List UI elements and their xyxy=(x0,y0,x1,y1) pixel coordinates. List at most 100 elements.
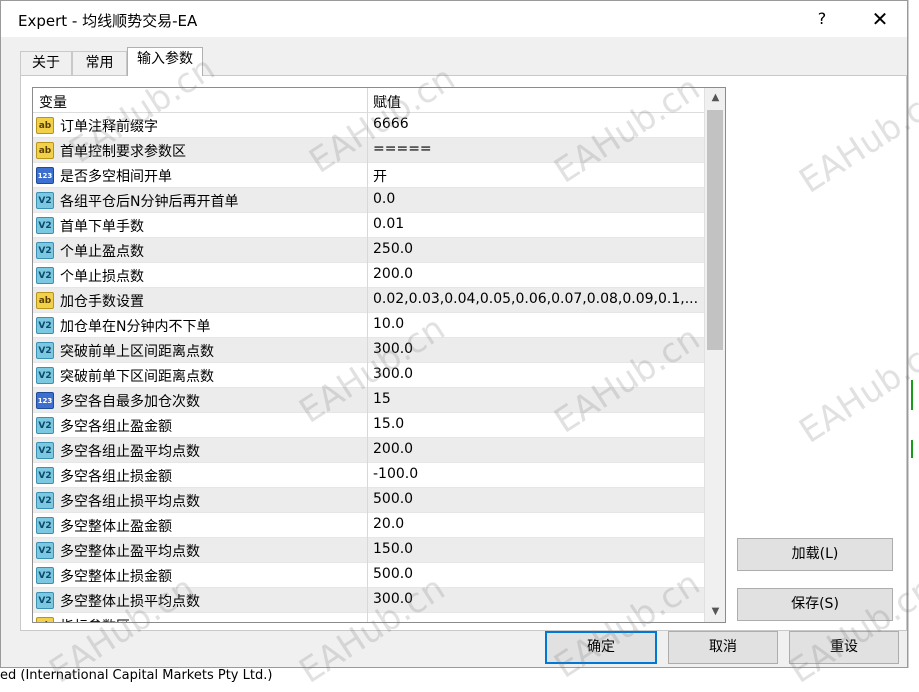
parameter-value[interactable]: 300.0 xyxy=(373,366,701,382)
parameter-name: 个单止损点数 xyxy=(60,269,144,285)
column-header-value[interactable]: 赋值 xyxy=(373,92,401,112)
parameter-name: 各组平仓后N分钟后再开首单 xyxy=(60,194,239,210)
double-type-icon: V2 xyxy=(36,467,54,484)
double-type-icon: V2 xyxy=(36,542,54,559)
parameter-name: 是否多空相间开单 xyxy=(60,169,172,185)
parameter-name: 突破前单下区间距离点数 xyxy=(60,369,214,385)
parameter-name: 多空各组止盈平均点数 xyxy=(60,444,200,460)
parameter-row[interactable]: V2 突破前单上区间距离点数 300.0 xyxy=(33,338,704,363)
parameter-row[interactable]: V2 突破前单下区间距离点数 300.0 xyxy=(33,363,704,388)
double-type-icon: V2 xyxy=(36,592,54,609)
parameter-value[interactable]: 6666 xyxy=(373,116,701,132)
parameter-row[interactable]: V2 多空各组止损金额 -100.0 xyxy=(33,463,704,488)
cancel-button[interactable]: 取消 xyxy=(668,631,778,664)
background-broker-text: ed (International Capital Markets Pty Lt… xyxy=(0,668,273,683)
close-icon: ✕ xyxy=(871,7,889,31)
input-parameters-grid[interactable]: 变量 赋值 ab 订单注释前缀字 6666 ab 首单控制要求参数区 ===== 123 是否… xyxy=(32,87,726,623)
parameter-value[interactable]: 200.0 xyxy=(373,266,701,282)
parameter-name: 指标参数区 xyxy=(60,616,130,622)
double-type-icon: V2 xyxy=(36,517,54,534)
parameter-row[interactable]: V2 各组平仓后N分钟后再开首单 0.0 xyxy=(33,188,704,213)
parameter-name: 首单控制要求参数区 xyxy=(60,144,186,160)
parameter-value[interactable]: 10.0 xyxy=(373,316,701,332)
parameter-value[interactable]: ===== xyxy=(373,141,701,157)
title-bar[interactable]: Expert - 均线顺势交易-EA ? ✕ xyxy=(1,1,907,37)
parameter-value[interactable]: 200.0 xyxy=(373,441,701,457)
parameter-row[interactable]: V2 多空整体止损金额 500.0 xyxy=(33,563,704,588)
double-type-icon: V2 xyxy=(36,217,54,234)
parameter-row[interactable]: V2 多空整体止盈金额 20.0 xyxy=(33,513,704,538)
scroll-down-icon[interactable]: ▼ xyxy=(705,602,725,622)
parameter-value[interactable]: 300.0 xyxy=(373,591,701,607)
parameter-name: 多空各组止损平均点数 xyxy=(60,494,200,510)
parameter-rows: ab 订单注释前缀字 6666 ab 首单控制要求参数区 ===== 123 是否多空相间开单… xyxy=(33,113,704,622)
parameter-row[interactable]: ab 订单注释前缀字 6666 xyxy=(33,113,704,138)
string-type-icon: ab xyxy=(36,142,54,159)
parameter-row[interactable]: ab 加仓手数设置 0.02,0.03,0.04,0.05,0.06,0.07,0.… xyxy=(33,288,704,313)
double-type-icon: V2 xyxy=(36,342,54,359)
parameter-name: 加仓单在N分钟内不下单 xyxy=(60,319,211,335)
parameter-value[interactable]: 0.02,0.03,0.04,0.05,0.06,0.07,0.08,0.09,… xyxy=(373,291,701,307)
parameter-name: 多空整体止损平均点数 xyxy=(60,594,200,610)
reset-button[interactable]: 重设 xyxy=(789,631,899,664)
parameter-value[interactable]: 开 xyxy=(373,166,701,186)
parameter-row[interactable]: ab 首单控制要求参数区 ===== xyxy=(33,138,704,163)
parameter-row[interactable]: V2 多空整体止盈平均点数 150.0 xyxy=(33,538,704,563)
parameter-row[interactable]: V2 加仓单在N分钟内不下单 10.0 xyxy=(33,313,704,338)
tab-about[interactable]: 关于 xyxy=(20,51,72,75)
parameter-row[interactable]: V2 多空整体止损平均点数 300.0 xyxy=(33,588,704,613)
parameter-name: 多空各自最多加仓次数 xyxy=(60,394,200,410)
column-divider[interactable] xyxy=(367,88,368,622)
parameter-value[interactable]: -100.0 xyxy=(373,466,701,482)
parameter-value[interactable]: 150.0 xyxy=(373,541,701,557)
parameter-value[interactable]: 250.0 xyxy=(373,241,701,257)
scrollbar-thumb[interactable] xyxy=(707,110,723,350)
grid-header: 变量 赋值 xyxy=(33,88,704,113)
tab-inputs[interactable]: 输入参数 xyxy=(127,47,203,76)
string-type-icon: ab xyxy=(36,117,54,134)
parameter-name: 多空整体止盈金额 xyxy=(60,519,172,535)
parameter-value[interactable]: 500.0 xyxy=(373,491,701,507)
parameter-name: 多空各组止盈金额 xyxy=(60,419,172,435)
integer-type-icon: 123 xyxy=(36,167,54,184)
ok-button[interactable]: 确定 xyxy=(545,631,657,664)
scroll-up-icon[interactable]: ▲ xyxy=(705,88,725,108)
parameter-name: 多空整体止盈平均点数 xyxy=(60,544,200,560)
parameter-value[interactable]: 0.01 xyxy=(373,216,701,232)
parameter-value[interactable]: 0.0 xyxy=(373,191,701,207)
parameter-row[interactable]: V2 首单下单手数 0.01 xyxy=(33,213,704,238)
double-type-icon: V2 xyxy=(36,267,54,284)
parameter-value[interactable]: 20.0 xyxy=(373,516,701,532)
parameter-value[interactable]: 500.0 xyxy=(373,566,701,582)
background-status-strip: ed (International Capital Markets Pty Lt… xyxy=(0,668,919,684)
parameter-row[interactable]: V2 多空各组止损平均点数 500.0 xyxy=(33,488,704,513)
window-title: Expert - 均线顺势交易-EA xyxy=(18,12,198,30)
string-type-icon: ab xyxy=(36,292,54,309)
integer-type-icon: 123 xyxy=(36,392,54,409)
parameter-name: 突破前单上区间距离点数 xyxy=(60,344,214,360)
double-type-icon: V2 xyxy=(36,367,54,384)
parameter-value[interactable]: 15.0 xyxy=(373,416,701,432)
parameter-name: 个单止盈点数 xyxy=(60,244,144,260)
help-button[interactable]: ? xyxy=(796,3,848,35)
column-header-variable[interactable]: 变量 xyxy=(39,92,67,112)
vertical-scrollbar[interactable]: ▲ ▼ xyxy=(704,88,725,622)
parameter-row[interactable]: 123 多空各自最多加仓次数 15 xyxy=(33,388,704,413)
parameter-row[interactable]: V2 多空各组止盈平均点数 200.0 xyxy=(33,438,704,463)
double-type-icon: V2 xyxy=(36,192,54,209)
parameter-name: 订单注释前缀字 xyxy=(60,119,158,135)
double-type-icon: V2 xyxy=(36,567,54,584)
parameter-row[interactable]: V2 个单止损点数 200.0 xyxy=(33,263,704,288)
parameter-value[interactable]: 15 xyxy=(373,391,701,407)
tab-common[interactable]: 常用 xyxy=(72,51,127,75)
double-type-icon: V2 xyxy=(36,442,54,459)
load-button[interactable]: 加载(L) xyxy=(737,538,893,571)
parameter-row[interactable]: 123 是否多空相间开单 开 xyxy=(33,163,704,188)
parameter-row[interactable]: ab 指标参数区 xyxy=(33,613,704,622)
close-button[interactable]: ✕ xyxy=(854,3,906,35)
parameter-value[interactable]: 300.0 xyxy=(373,341,701,357)
string-type-icon: ab xyxy=(36,617,54,622)
save-button[interactable]: 保存(S) xyxy=(737,588,893,621)
parameter-row[interactable]: V2 多空各组止盈金额 15.0 xyxy=(33,413,704,438)
parameter-row[interactable]: V2 个单止盈点数 250.0 xyxy=(33,238,704,263)
